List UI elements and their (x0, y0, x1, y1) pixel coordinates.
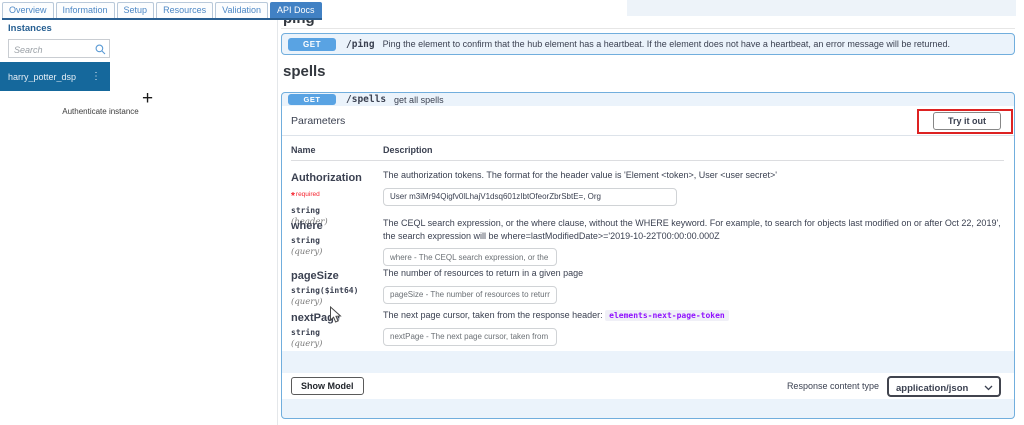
name-column-header: Name (291, 145, 316, 155)
api-docs-screen: Overview Information Setup Resources Val… (0, 0, 1024, 425)
param-row-pagesize: pageSize string($int64) (query) The numb… (291, 259, 1004, 307)
instance-search-input[interactable] (9, 41, 109, 59)
param-description: The authorization tokens. The format for… (383, 170, 777, 180)
param-name: nextPage (291, 312, 340, 324)
kebab-menu-icon[interactable]: ⋮ (91, 71, 101, 82)
authenticate-instance-button[interactable]: Authenticate instance (53, 107, 148, 116)
response-content-type-select[interactable]: application/json (889, 379, 999, 397)
spells-path: /spells (346, 94, 387, 105)
spells-endpoint-row[interactable]: GET /spells get all spells (282, 93, 1014, 106)
model-row: Show Model Response content type applica… (282, 373, 1014, 399)
show-model-button[interactable]: Show Model (291, 377, 364, 395)
try-it-out-button[interactable]: Try it out (933, 111, 1001, 130)
previous-block-bottom-edge (627, 0, 1016, 16)
param-name: where (291, 220, 323, 232)
required-asterisk: * (291, 191, 295, 202)
param-type: string (291, 236, 320, 245)
search-icon (95, 44, 106, 55)
tab-validation[interactable]: Validation (215, 2, 268, 18)
parameters-header: Parameters Try it out (282, 106, 1014, 136)
spells-endpoint-block: GET /spells get all spells Parameters Tr… (281, 92, 1015, 419)
nextpage-input[interactable] (383, 327, 557, 346)
param-description: The next page cursor, taken from the res… (383, 309, 1004, 322)
parameters-table: Name Description Authorization *required… (282, 136, 1014, 351)
param-description: The CEQL search expression, or the where… (383, 218, 1001, 241)
response-content-type-select-wrap: application/json (887, 375, 1001, 397)
get-method-badge: GET (288, 94, 336, 105)
tab-bar: Overview Information Setup Resources Val… (2, 2, 322, 20)
param-location: (query) (291, 339, 323, 349)
response-content-type-label: Response content type (786, 381, 879, 391)
plus-icon[interactable]: + (142, 89, 153, 108)
authorization-input[interactable] (383, 187, 677, 206)
get-method-badge: GET (288, 37, 336, 51)
section-divider (281, 28, 1015, 29)
api-docs-panel: ping GET /ping Ping the element to confi… (281, 0, 1016, 425)
spells-summary: get all spells (394, 94, 444, 105)
spells-section-heading: spells (283, 63, 326, 80)
instance-search-box (8, 39, 110, 59)
instance-name: harry_potter_dsp (8, 71, 77, 82)
param-name: pageSize (291, 270, 339, 282)
table-header-row: Name Description (291, 136, 1004, 161)
response-content-type-group: Response content type application/json (786, 375, 1001, 397)
instances-sidebar: Instances harry_potter_dsp ⋮ + Authentic… (0, 17, 278, 425)
param-description: The number of resources to return in a g… (383, 268, 584, 278)
response-header-code: elements-next-page-token (605, 310, 729, 321)
tab-setup[interactable]: Setup (116, 2, 155, 18)
param-row-where: where string (query) The CEQL search exp… (291, 209, 1004, 267)
param-type: string (291, 328, 320, 337)
tab-overview[interactable]: Overview (2, 2, 54, 18)
parameters-title: Parameters (291, 114, 346, 127)
param-location: (query) (291, 247, 323, 257)
tab-api-docs[interactable]: API Docs (269, 2, 322, 18)
ping-summary: Ping the element to confirm that the hub… (382, 39, 950, 49)
sidebar-item-instance[interactable]: harry_potter_dsp ⋮ (0, 62, 110, 91)
tab-resources[interactable]: Resources (156, 2, 214, 18)
param-type: string($int64) (291, 286, 359, 295)
param-name: Authorization (291, 172, 362, 184)
required-label: required (295, 191, 320, 198)
ping-path: /ping (346, 38, 375, 50)
param-row-authorization: Authorization *required string (header) … (291, 161, 1004, 227)
param-row-nextpage: nextPage string (query) The next page cu… (291, 301, 1004, 349)
tab-information[interactable]: Information (55, 2, 115, 18)
description-column-header: Description (383, 145, 433, 155)
ping-endpoint-row[interactable]: GET /ping Ping the element to confirm th… (281, 33, 1015, 55)
instances-heading: Instances (8, 23, 52, 34)
